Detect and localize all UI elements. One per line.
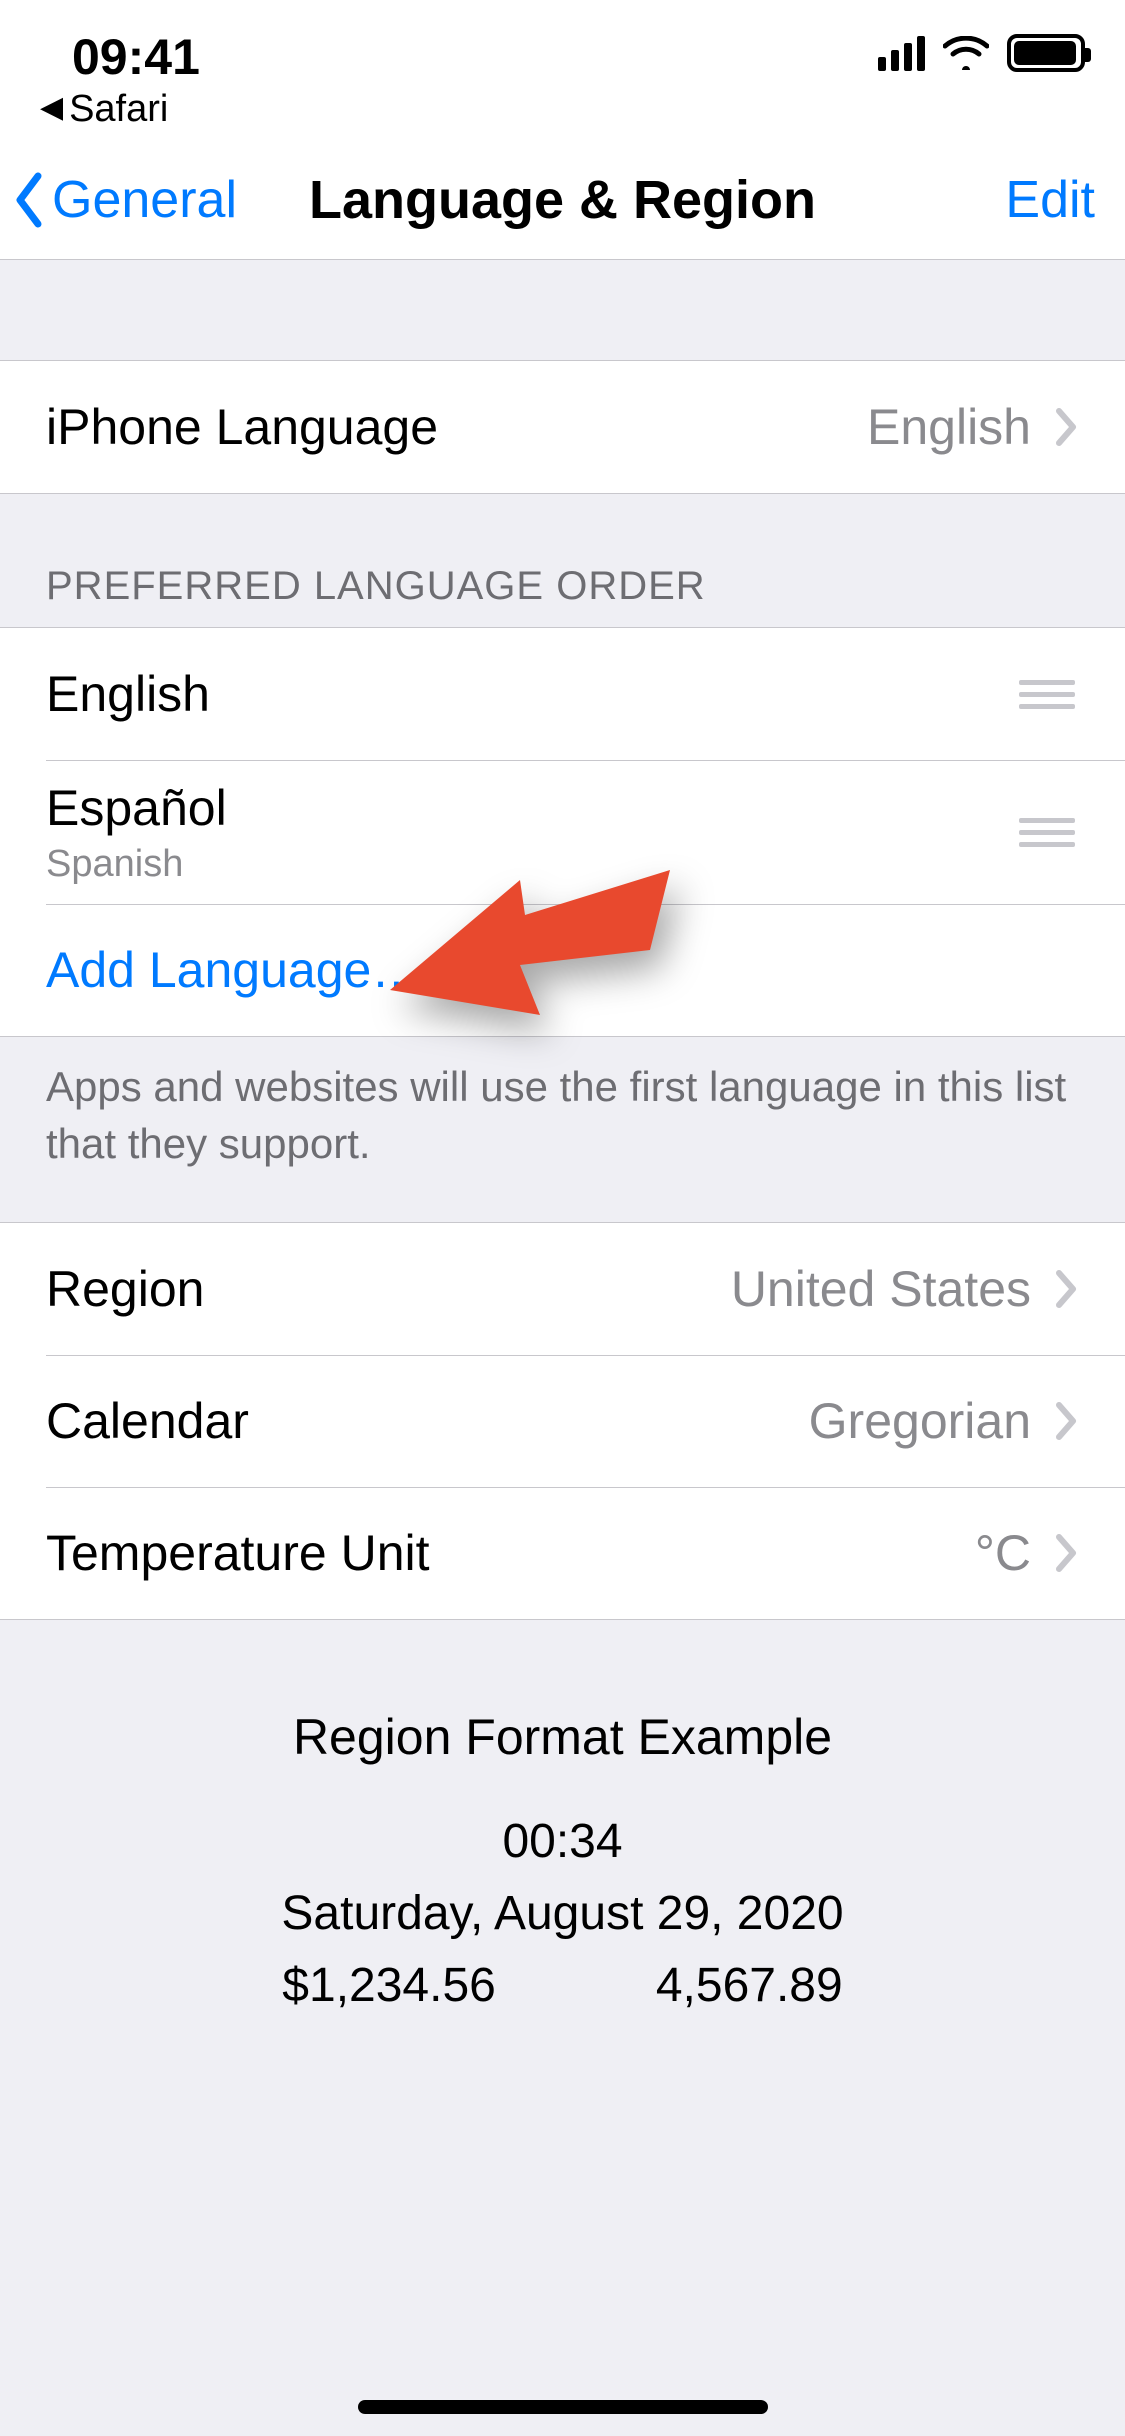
language-title: English — [46, 665, 210, 723]
battery-icon — [1007, 34, 1085, 72]
language-title: Español — [46, 779, 227, 837]
status-bar: 09:41 ◀ Safari — [0, 0, 1125, 140]
status-indicators — [878, 34, 1085, 72]
language-subtitle: Spanish — [46, 843, 227, 886]
chevron-right-icon — [1055, 407, 1079, 447]
back-button-label: General — [52, 170, 237, 230]
chevron-right-icon — [1055, 1401, 1079, 1441]
temperature-label: Temperature Unit — [46, 1524, 430, 1582]
cellular-signal-icon — [878, 36, 925, 71]
status-time: 09:41 — [72, 28, 200, 86]
region-value: United States — [731, 1260, 1031, 1318]
home-indicator[interactable] — [358, 2400, 768, 2414]
drag-handle-icon[interactable] — [1019, 680, 1079, 709]
region-settings-section: Region United States Calendar Gregorian … — [0, 1222, 1125, 1620]
navigation-bar: General Language & Region Edit — [0, 140, 1125, 260]
temperature-row[interactable]: Temperature Unit °C — [0, 1487, 1125, 1619]
preferred-order-header: Preferred Language Order — [0, 494, 1125, 627]
back-triangle-icon: ◀ — [40, 90, 63, 125]
calendar-row[interactable]: Calendar Gregorian — [0, 1355, 1125, 1487]
add-language-row[interactable]: Add Language… — [0, 904, 1125, 1036]
preferred-order-footer: Apps and websites will use the first lan… — [0, 1037, 1125, 1222]
language-row-english[interactable]: English — [0, 628, 1125, 760]
example-number: 4,567.89 — [656, 1950, 843, 2022]
calendar-value: Gregorian — [809, 1392, 1031, 1450]
iphone-language-row[interactable]: iPhone Language English — [0, 361, 1125, 493]
example-heading: Region Format Example — [0, 1708, 1125, 1766]
preferred-order-section: English Español Spanish Add Language… — [0, 627, 1125, 1037]
iphone-language-label: iPhone Language — [46, 398, 438, 456]
region-format-example: Region Format Example 00:34 Saturday, Au… — [0, 1620, 1125, 2022]
example-currency: $1,234.56 — [282, 1950, 496, 2022]
edit-button[interactable]: Edit — [1005, 170, 1095, 230]
iphone-language-value: English — [867, 398, 1031, 456]
add-language-label: Add Language… — [46, 941, 421, 999]
example-time: 00:34 — [0, 1806, 1125, 1878]
temperature-value: °C — [975, 1524, 1031, 1582]
chevron-right-icon — [1055, 1533, 1079, 1573]
region-label: Region — [46, 1260, 204, 1318]
region-row[interactable]: Region United States — [0, 1223, 1125, 1355]
page-title: Language & Region — [309, 169, 816, 231]
drag-handle-icon[interactable] — [1019, 818, 1079, 847]
wifi-icon — [943, 36, 989, 70]
calendar-label: Calendar — [46, 1392, 249, 1450]
iphone-language-section: iPhone Language English — [0, 360, 1125, 494]
back-button[interactable]: General — [10, 170, 237, 230]
chevron-right-icon — [1055, 1269, 1079, 1309]
language-row-spanish[interactable]: Español Spanish — [0, 760, 1125, 904]
chevron-left-icon — [10, 170, 50, 230]
example-date: Saturday, August 29, 2020 — [0, 1878, 1125, 1950]
return-to-app-label: Safari — [69, 88, 168, 131]
return-to-app[interactable]: ◀ Safari — [40, 88, 168, 131]
